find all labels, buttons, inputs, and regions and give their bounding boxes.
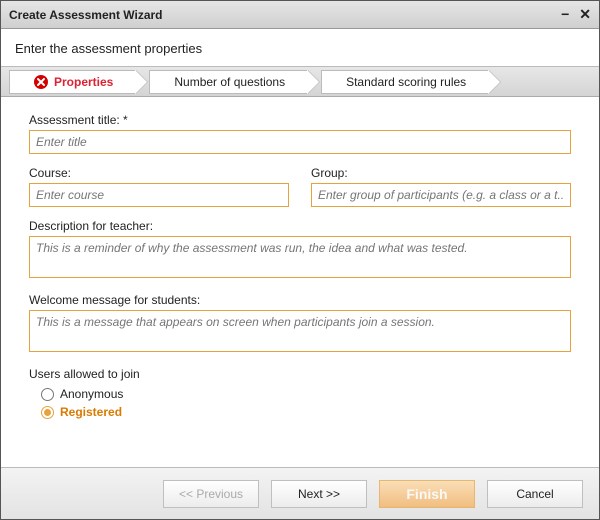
field-description: Description for teacher: [29, 219, 571, 281]
users-allowed-label: Users allowed to join [29, 367, 571, 381]
field-welcome: Welcome message for students: [29, 293, 571, 355]
course-input[interactable] [29, 183, 289, 207]
form-body: Assessment title: * Course: Group: Descr… [1, 97, 599, 467]
radio-icon [41, 406, 54, 419]
step-label: Number of questions [174, 70, 285, 94]
field-users-allowed: Users allowed to join Anonymous Register… [29, 367, 571, 419]
course-label: Course: [29, 166, 289, 180]
radio-anonymous[interactable]: Anonymous [41, 387, 571, 401]
field-assessment-title: Assessment title: * [29, 113, 571, 154]
group-input[interactable] [311, 183, 571, 207]
radio-registered[interactable]: Registered [41, 405, 571, 419]
description-textarea[interactable] [29, 236, 571, 278]
close-icon[interactable]: ✕ [579, 6, 591, 23]
window-title: Create Assessment Wizard [9, 8, 163, 22]
step-number-of-questions[interactable]: Number of questions [149, 70, 307, 94]
previous-button[interactable]: << Previous [163, 480, 259, 508]
cancel-button[interactable]: Cancel [487, 480, 583, 508]
finish-button[interactable]: Finish [379, 480, 475, 508]
radio-registered-label: Registered [60, 405, 122, 419]
assessment-title-input[interactable] [29, 130, 571, 154]
window-controls: − ✕ [561, 6, 591, 23]
error-icon [34, 75, 48, 89]
welcome-label: Welcome message for students: [29, 293, 571, 307]
minimize-icon[interactable]: − [561, 6, 569, 23]
step-bar: Properties Number of questions Standard … [1, 67, 599, 97]
step-label: Standard scoring rules [346, 70, 466, 94]
wizard-window: Create Assessment Wizard − ✕ Enter the a… [0, 0, 600, 520]
radio-anonymous-label: Anonymous [60, 387, 123, 401]
step-standard-scoring-rules[interactable]: Standard scoring rules [321, 70, 488, 94]
titlebar: Create Assessment Wizard − ✕ [1, 1, 599, 29]
welcome-textarea[interactable] [29, 310, 571, 352]
group-label: Group: [311, 166, 571, 180]
field-course: Course: [29, 166, 289, 207]
wizard-footer: << Previous Next >> Finish Cancel [1, 467, 599, 519]
step-properties[interactable]: Properties [9, 70, 135, 94]
radio-icon [41, 388, 54, 401]
field-group: Group: [311, 166, 571, 207]
wizard-subtitle: Enter the assessment properties [1, 29, 599, 67]
description-label: Description for teacher: [29, 219, 571, 233]
next-button[interactable]: Next >> [271, 480, 367, 508]
step-label: Properties [54, 70, 113, 94]
assessment-title-label: Assessment title: * [29, 113, 571, 127]
